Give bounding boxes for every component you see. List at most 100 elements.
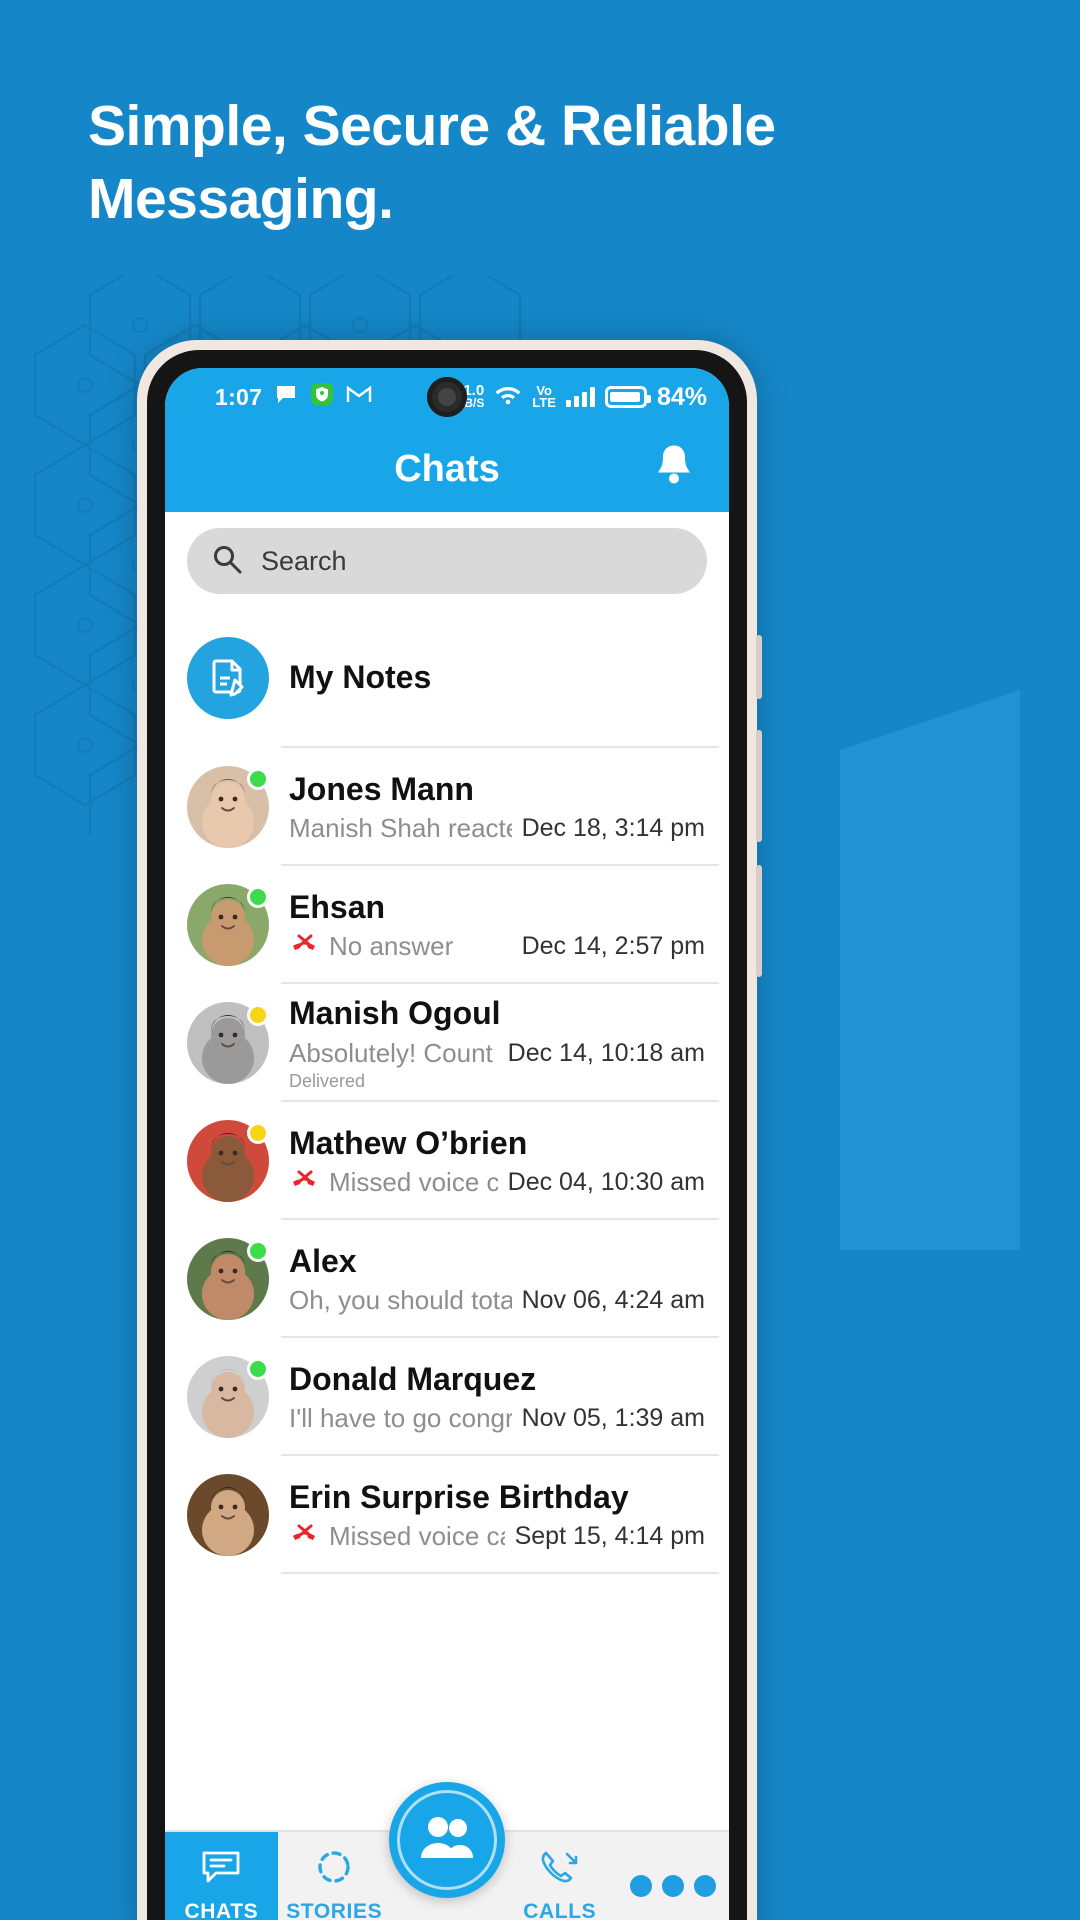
nav-item-stories[interactable]: STORIES: [278, 1832, 391, 1920]
status-bar-right: 11.0 KB/S Vo LTE 84%: [456, 383, 707, 412]
chat-row-body: Erin Surprise Birthday Missed voice call…: [289, 1478, 709, 1552]
app-bar: Chats: [165, 426, 729, 512]
phone-side-button-1: [756, 635, 762, 699]
signal-bars-icon: [565, 387, 595, 407]
phone-side-button-3: [756, 865, 762, 977]
note-edit-icon: [187, 637, 269, 719]
new-contact-fab[interactable]: [389, 1782, 505, 1898]
more-dots-icon: [629, 1875, 716, 1897]
chat-row-body: Mathew O’brien Missed voice call Dec 04,…: [289, 1124, 709, 1198]
avatar[interactable]: [187, 1356, 269, 1438]
avatar[interactable]: [187, 1474, 269, 1556]
phone-bezel: 1:07 11.0 KB/S Vo LTE 84% Chats Search M…: [147, 350, 747, 1920]
nav-label-chats: CHATS: [184, 1900, 259, 1920]
avatar[interactable]: [187, 884, 269, 966]
chat-preview-line: Manish Shah reacted 🙏 t... Dec 18, 3:14 …: [289, 813, 705, 844]
table-row[interactable]: Mathew O’brien Missed voice call Dec 04,…: [165, 1102, 729, 1220]
status-bar-clock: 1:07: [215, 383, 263, 410]
contact-name: Alex: [289, 1242, 357, 1279]
avatar[interactable]: [187, 1120, 269, 1202]
last-message: Oh, you should totall...: [289, 1285, 512, 1316]
search-input[interactable]: Search: [187, 528, 707, 594]
chat-row-body: Jones Mann Manish Shah reacted 🙏 t... De…: [289, 770, 709, 844]
chat-preview-line: Oh, you should totall... Nov 06, 4:24 am: [289, 1285, 705, 1316]
avatar[interactable]: [187, 1238, 269, 1320]
chat-row-body: Alex Oh, you should totall... Nov 06, 4:…: [289, 1242, 709, 1316]
nav-label-calls: CALLS: [523, 1900, 597, 1920]
status-bar: 1:07 11.0 KB/S Vo LTE 84%: [165, 368, 729, 426]
chat-list: My Notes Jones Mann Manish Shah reacted …: [165, 608, 729, 1574]
notification-bell-icon[interactable]: [651, 442, 697, 497]
phone-side-button-2: [756, 730, 762, 842]
front-camera-punch-hole: [427, 377, 467, 417]
last-message: Missed voice call: [329, 1521, 505, 1552]
search-container: Search: [165, 512, 729, 608]
contact-name: Ehsan: [289, 888, 386, 925]
chat-preview-line: Missed voice call Sept 15, 4:14 pm: [289, 1521, 705, 1552]
contact-name: Mathew O’brien: [289, 1124, 528, 1161]
decorative-angled-shape: [840, 690, 1020, 1250]
timestamp: Nov 05, 1:39 am: [521, 1404, 705, 1433]
nav-label-stories: STORIES: [286, 1900, 383, 1920]
missed-call-icon: [289, 1524, 319, 1550]
last-message: Missed voice call: [329, 1167, 498, 1198]
table-row[interactable]: Erin Surprise Birthday Missed voice call…: [165, 1456, 729, 1574]
calls-icon: [538, 1848, 582, 1894]
contact-name: Manish Ogoul: [289, 995, 501, 1032]
shield-badge-icon: [310, 382, 334, 412]
phone-screen: 1:07 11.0 KB/S Vo LTE 84% Chats Search M…: [165, 368, 729, 1920]
timestamp: Dec 18, 3:14 pm: [521, 814, 705, 843]
presence-dot-green: [247, 768, 269, 790]
presence-dot-yellow: [247, 1122, 269, 1144]
chat-row-body: Manish Ogoul Absolutely! Count m... Dec …: [289, 994, 709, 1091]
search-icon: [211, 543, 243, 580]
contact-name: Jones Mann: [289, 770, 474, 807]
table-row[interactable]: Jones Mann Manish Shah reacted 🙏 t... De…: [165, 748, 729, 866]
status-bar-left: 1:07: [215, 382, 372, 412]
nav-item-chats[interactable]: CHATS: [165, 1832, 278, 1920]
list-item-my-notes[interactable]: My Notes: [165, 608, 729, 748]
volte-icon: Vo LTE: [532, 382, 556, 410]
chats-icon: [200, 1848, 242, 1894]
timestamp: Nov 06, 4:24 am: [521, 1286, 705, 1315]
chat-preview-line: No answer Dec 14, 2:57 pm: [289, 931, 705, 962]
missed-call-icon: [289, 1170, 319, 1196]
table-row[interactable]: Ehsan No answer Dec 14, 2:57 pm: [165, 866, 729, 984]
stories-icon: [313, 1848, 355, 1894]
page-title: Simple, Secure & Reliable Messaging.: [88, 94, 776, 231]
last-message: No answer: [329, 931, 454, 962]
presence-dot-yellow: [247, 1004, 269, 1026]
chat-rows-container: Jones Mann Manish Shah reacted 🙏 t... De…: [165, 748, 729, 1574]
list-separator: [281, 1572, 719, 1574]
timestamp: Dec 14, 10:18 am: [507, 1038, 705, 1067]
battery-icon: [604, 386, 651, 408]
gmail-icon: [346, 383, 372, 411]
avatar[interactable]: [187, 1002, 269, 1084]
nav-item-more[interactable]: [616, 1832, 729, 1920]
table-row[interactable]: Alex Oh, you should totall... Nov 06, 4:…: [165, 1220, 729, 1338]
table-row[interactable]: Manish Ogoul Absolutely! Count m... Dec …: [165, 984, 729, 1102]
timestamp: Sept 15, 4:14 pm: [514, 1522, 705, 1551]
timestamp: Dec 04, 10:30 am: [507, 1168, 705, 1197]
contact-name: Donald Marquez: [289, 1360, 537, 1397]
search-placeholder: Search: [261, 545, 347, 576]
chat-preview-line: Absolutely! Count m... Dec 14, 10:18 am: [289, 1038, 705, 1069]
chat-row-body: Ehsan No answer Dec 14, 2:57 pm: [289, 888, 709, 962]
chat-preview-line: Missed voice call Dec 04, 10:30 am: [289, 1167, 705, 1198]
delivery-status: Delivered: [289, 1070, 366, 1091]
last-message: I'll have to go congr...: [289, 1403, 512, 1434]
nav-item-calls[interactable]: CALLS: [503, 1832, 616, 1920]
my-notes-body: My Notes: [289, 658, 709, 697]
timestamp: Dec 14, 2:57 pm: [521, 932, 705, 961]
presence-dot-green: [247, 1358, 269, 1380]
chat-bubble-icon: [274, 382, 298, 412]
contact-name: Erin Surprise Birthday: [289, 1478, 629, 1515]
app-bar-title: Chats: [394, 447, 500, 490]
table-row[interactable]: Donald Marquez I'll have to go congr... …: [165, 1338, 729, 1456]
avatar[interactable]: [187, 766, 269, 848]
wifi-icon: [494, 383, 522, 411]
missed-call-icon: [289, 934, 319, 960]
chat-preview-line: I'll have to go congr... Nov 05, 1:39 am: [289, 1403, 705, 1434]
presence-dot-green: [247, 1240, 269, 1262]
last-message: Absolutely! Count m...: [289, 1037, 498, 1068]
